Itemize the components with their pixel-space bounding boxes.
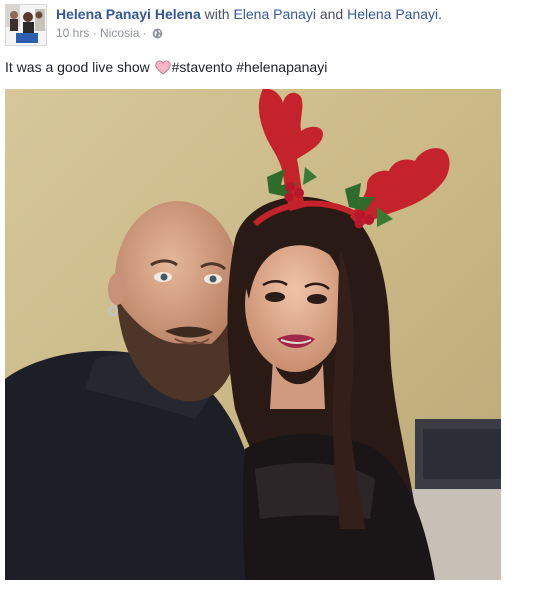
author-avatar[interactable]: [5, 4, 47, 46]
post-meta: 10 hrs · Nicosia ·: [56, 26, 536, 43]
message-hashtags[interactable]: #stavento #helenapanayi: [172, 59, 328, 75]
tagged-person-link-1[interactable]: Elena Panayi: [233, 6, 316, 22]
post-location-link[interactable]: Nicosia: [100, 26, 139, 40]
meta-separator-2: ·: [139, 26, 151, 40]
with-label: with: [200, 6, 234, 22]
post-header-text: Helena Panayi Helena with Elena Panayi a…: [56, 5, 536, 43]
post-title-line: Helena Panayi Helena with Elena Panayi a…: [56, 5, 536, 23]
heart-emoji-icon: [154, 60, 171, 79]
meta-separator: ·: [89, 26, 101, 40]
post-timestamp-link[interactable]: 10 hrs: [56, 26, 89, 40]
post-header: Helena Panayi Helena with Elena Panayi a…: [5, 4, 535, 46]
message-text: It was a good live show: [5, 59, 154, 75]
post-message: It was a good live show #stavento #helen…: [5, 58, 327, 79]
author-name-link[interactable]: Helena Panayi Helena: [56, 6, 201, 22]
title-period: .: [438, 6, 443, 22]
tagged-person-link-2[interactable]: Helena Panayi: [347, 6, 438, 22]
post-photo[interactable]: [5, 89, 501, 580]
globe-icon[interactable]: [152, 28, 163, 43]
and-label: and: [315, 6, 348, 22]
